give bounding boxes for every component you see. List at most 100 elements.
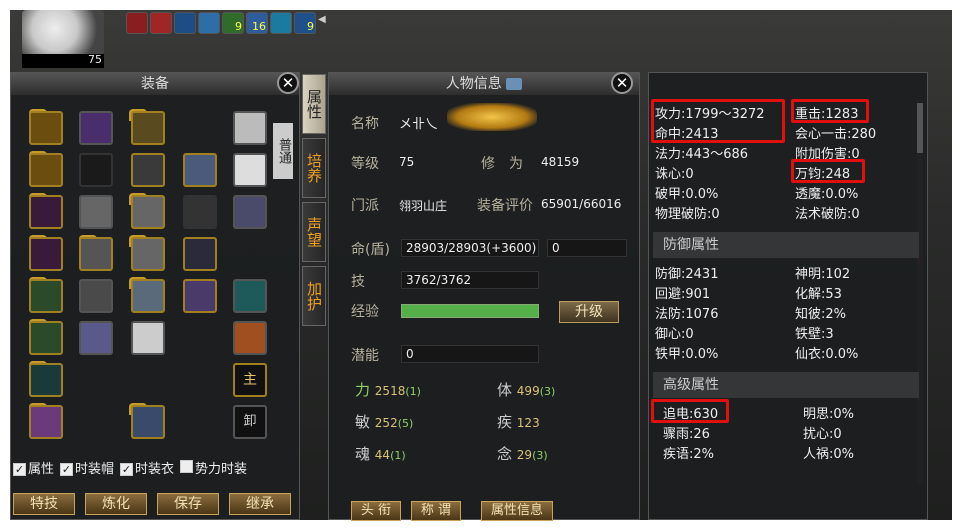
tab-attributes[interactable]: 属性: [302, 74, 326, 134]
stat-magic-defense: 法防:1076: [655, 307, 719, 322]
checkbox-costume[interactable]: ✓ 时装衣: [120, 458, 174, 477]
checkbox-faction-costume[interactable]: 势力时装: [180, 458, 247, 477]
stats-scrollbar[interactable]: [917, 103, 923, 483]
equip-slot[interactable]: [233, 195, 267, 229]
info-list-icon[interactable]: [506, 78, 523, 90]
equip-slot[interactable]: [29, 279, 63, 313]
checkbox-attr[interactable]: ✓ 属性: [13, 458, 54, 477]
tab-cultivate[interactable]: 培养: [302, 138, 326, 198]
upgrade-button[interactable]: 升级: [559, 301, 619, 323]
stat-crit: 会心一击:280: [795, 127, 877, 142]
check-icon: ✓: [13, 462, 26, 476]
equip-slot[interactable]: [79, 195, 113, 229]
stat-zhouyu: 骤雨:26: [663, 427, 710, 442]
highlight-box: [791, 159, 865, 183]
scroll-thumb[interactable]: [917, 103, 923, 153]
equip-slot[interactable]: [29, 195, 63, 229]
stat-iron-wall: 铁壁:3: [795, 327, 834, 342]
buff-icon[interactable]: 9: [222, 12, 244, 34]
equip-slot[interactable]: [29, 363, 63, 397]
title-badge-icon: [447, 103, 537, 131]
stat-renhuo: 人祸:0%: [803, 447, 855, 462]
buff-icon[interactable]: 9: [294, 12, 316, 34]
equip-slot[interactable]: [131, 405, 165, 439]
stat-zhuxin: 诛心:0: [655, 167, 694, 182]
main-slot[interactable]: 主: [233, 363, 267, 397]
equip-slot[interactable]: [131, 195, 165, 229]
equip-slot[interactable]: [131, 237, 165, 271]
buff-icon[interactable]: [270, 12, 292, 34]
buff-icon[interactable]: [150, 12, 172, 34]
equip-mode-tab[interactable]: 普通: [273, 123, 293, 179]
defense-section-title: 防御属性: [653, 232, 919, 258]
equip-slot[interactable]: [183, 279, 217, 313]
buff-bar: 9 16 9 ◀: [126, 12, 328, 34]
equip-slot[interactable]: [183, 153, 217, 187]
save-button[interactable]: 保存: [157, 493, 219, 515]
titles-button[interactable]: 头 衔: [351, 501, 401, 521]
refine-button[interactable]: 炼化: [85, 493, 147, 515]
equip-slot[interactable]: [131, 279, 165, 313]
potential-label: 潜能: [351, 348, 379, 364]
equip-slot[interactable]: [79, 321, 113, 355]
equip-slot[interactable]: [183, 195, 217, 229]
stat-jiyu: 疾语:2%: [663, 447, 715, 462]
equip-slot[interactable]: [131, 111, 165, 145]
stat-magic-penetration: 法术破防:0: [795, 207, 860, 222]
exp-bar: [401, 304, 539, 318]
buff-stack: 9: [307, 20, 314, 33]
stat-yuxin: 御心:0: [655, 327, 694, 342]
equipment-panel: 装备 ✕ 普通 主 卸 ✓ 属性 ✓ 时装帽 ✓ 时装衣 势力时装 特技 炼化 …: [10, 72, 300, 520]
equip-slot[interactable]: [29, 111, 63, 145]
checkbox-hat[interactable]: ✓ 时装帽: [60, 458, 114, 477]
equip-slot[interactable]: [233, 279, 267, 313]
equip-slot[interactable]: [79, 237, 113, 271]
equip-slot[interactable]: [233, 321, 267, 355]
game-scene: 75 9 16 9 ◀ 装备 ✕ 普通 主 卸 ✓ 属性 ✓ 时装帽 ✓ 时装衣…: [10, 10, 952, 521]
inherit-button[interactable]: 继承: [229, 493, 291, 515]
equip-slot[interactable]: [131, 153, 165, 187]
stat-evasion: 回避:901: [655, 287, 711, 302]
nickname-button[interactable]: 称 谓: [411, 501, 461, 521]
sect-value: 翎羽山庄: [399, 199, 448, 213]
equip-slot[interactable]: [29, 153, 63, 187]
tab-reputation[interactable]: 声望: [302, 202, 326, 262]
equip-slot[interactable]: [29, 321, 63, 355]
hp-value: 28903/28903(+3600): [401, 239, 539, 257]
stat-raoxin: 扰心:0: [803, 427, 842, 442]
shield-value: 0: [547, 239, 627, 257]
exp-label: 经验: [351, 304, 379, 320]
check-icon: ✓: [60, 462, 74, 476]
equip-slot[interactable]: [79, 111, 113, 145]
name-label: 名称: [351, 116, 379, 132]
stat-magic-pierce: 透魔:0.0%: [795, 187, 859, 202]
char-info-close-button[interactable]: ✕: [611, 72, 633, 94]
stat-shenming: 神明:102: [795, 267, 851, 282]
equipment-close-button[interactable]: ✕: [277, 72, 299, 94]
equip-slot[interactable]: [233, 111, 267, 145]
equip-slot[interactable]: [29, 405, 63, 439]
name-value: メ卝乀: [399, 117, 439, 132]
char-info-title: 人物信息: [329, 73, 639, 95]
stat-magic: 法力:443～686: [655, 147, 749, 162]
equip-slot[interactable]: [233, 153, 267, 187]
special-skill-button[interactable]: 特技: [13, 493, 75, 515]
equip-slot[interactable]: [79, 153, 113, 187]
level-label: 等级: [351, 156, 379, 172]
attr-speed: 疾 123: [497, 413, 540, 431]
player-avatar[interactable]: [22, 10, 104, 56]
buff-icon[interactable]: [174, 12, 196, 34]
tab-protection[interactable]: 加护: [302, 266, 326, 326]
buff-icon[interactable]: [198, 12, 220, 34]
buff-icon[interactable]: [126, 12, 148, 34]
equip-slot[interactable]: [183, 237, 217, 271]
buff-icon[interactable]: 16: [246, 12, 268, 34]
equip-slot[interactable]: [131, 321, 165, 355]
equip-slot[interactable]: [79, 279, 113, 313]
top-status-bar: 75 9 16 9 ◀: [10, 10, 952, 68]
collapse-arrow-icon[interactable]: ◀: [318, 14, 328, 32]
unequip-slot[interactable]: 卸: [233, 405, 267, 439]
cultivation-value: 48159: [541, 155, 580, 169]
attribute-info-button[interactable]: 属性信息: [481, 501, 553, 521]
equip-slot[interactable]: [29, 237, 63, 271]
